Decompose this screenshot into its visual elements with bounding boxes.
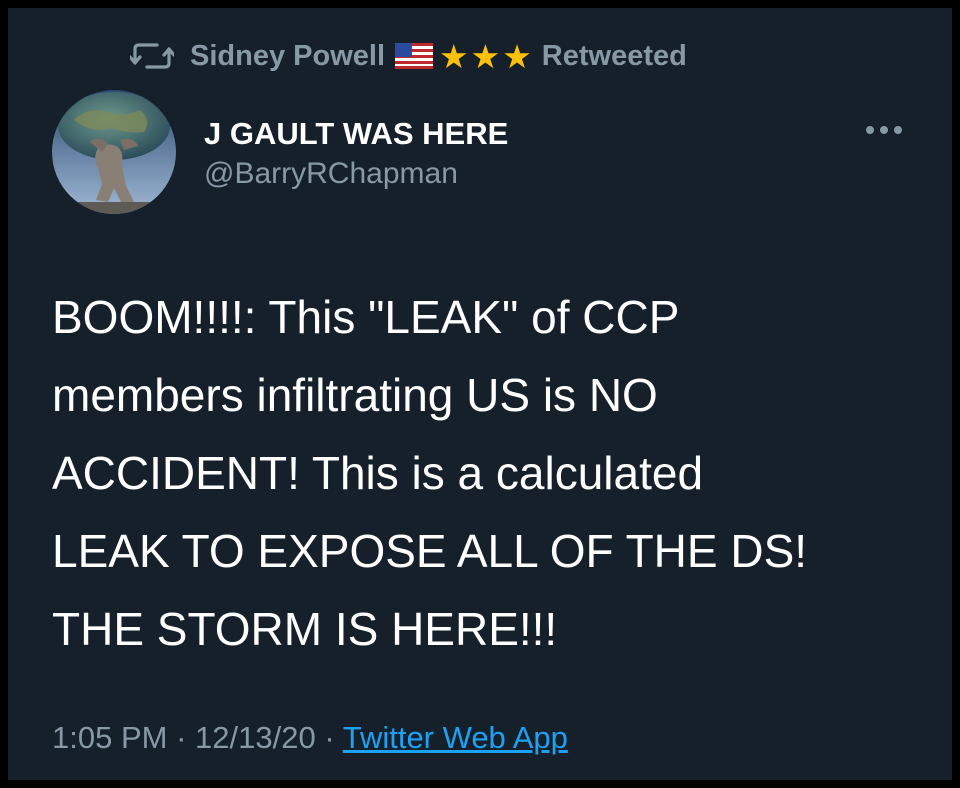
tweet-text-line: BOOM!!!!: This "LEAK" of CCP [52, 291, 680, 343]
retweeter-name[interactable]: Sidney Powell [190, 40, 385, 73]
tweet-text: BOOM!!!!: This "LEAK" of CCP members inf… [52, 278, 932, 668]
retweet-context: Sidney Powell ★ ★ ★ Retweeted [130, 36, 687, 76]
star-icon: ★ [470, 37, 501, 75]
tweet-date[interactable]: 12/13/20 [195, 720, 316, 755]
tweet-text-line: LEAK TO EXPOSE ALL OF THE DS! [52, 525, 808, 577]
us-flag-icon [395, 43, 433, 69]
retweet-status: Retweeted [541, 39, 687, 72]
meta-separator: · [176, 720, 187, 755]
avatar[interactable] [52, 90, 176, 214]
meta-separator: · [324, 720, 335, 755]
tweet-text-line: THE STORM IS HERE!!! [52, 603, 558, 655]
tweet-time[interactable]: 1:05 PM [52, 720, 167, 755]
author-block: J GAULT WAS HERE @BarryRChapman [204, 114, 508, 194]
star-icon: ★ [439, 37, 469, 75]
author-handle[interactable]: @BarryRChapman [204, 154, 508, 194]
author-display-name[interactable]: J GAULT WAS HERE [204, 114, 508, 154]
tweet-card: Sidney Powell ★ ★ ★ Retweeted J GAULT WA… [8, 8, 952, 780]
more-options-icon[interactable] [862, 120, 906, 140]
tweet-metadata: 1:05 PM · 12/13/20 · Twitter Web App [52, 720, 568, 756]
retweet-icon [130, 41, 174, 71]
star-icon: ★ [502, 37, 532, 75]
tweet-text-line: ACCIDENT! This is a calculated [52, 447, 704, 499]
tweet-text-line: members infiltrating US is NO [52, 369, 658, 421]
tweet-source-link[interactable]: Twitter Web App [343, 720, 568, 755]
